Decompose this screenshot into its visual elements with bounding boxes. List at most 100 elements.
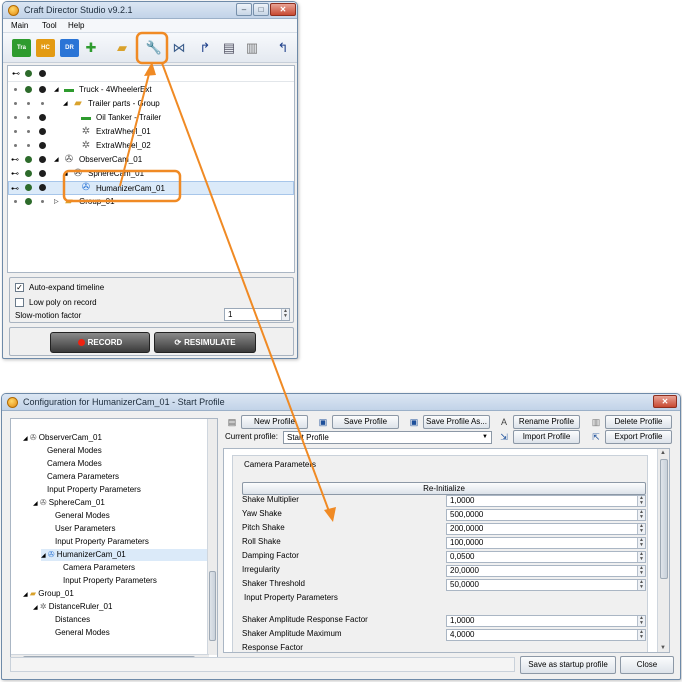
scroll-up-icon[interactable]: ▲ [660,450,666,456]
minimize-button[interactable]: – [236,3,252,16]
config-tree-item[interactable]: General Modes [55,627,110,639]
collapse-arrow-icon[interactable]: ◢ [63,97,68,111]
config-tree-item-selected[interactable]: ◢ ✇ HumanizerCam_01 [41,549,207,561]
save-profile-as-button[interactable]: Save Profile As... [423,415,490,429]
save-as-icon: ▣ [409,417,419,427]
collapse-arrow-icon[interactable]: ◢ [63,167,68,181]
spinner-arrows[interactable]: ▲ ▼ [637,552,645,562]
param-value-input[interactable]: 200,0000 ▲ ▼ [446,523,646,535]
spinner-arrows[interactable]: ▲ ▼ [637,580,645,590]
export-profile-button[interactable]: Export Profile [605,430,672,444]
menu-help[interactable]: Help [68,21,84,30]
config-tree-item[interactable]: General Modes [55,510,110,522]
tree-row[interactable]: ⊷ ◢ ✇ ObserverCam_01 [8,153,294,167]
save-profile-button[interactable]: Save Profile [332,415,399,429]
expand-arrow-icon[interactable]: ▷ [54,195,59,209]
config-tree-item[interactable]: User Parameters [55,523,115,535]
dr-button[interactable]: DR [60,39,79,57]
tra-button[interactable]: Tra [12,39,31,57]
low-poly-checkbox[interactable] [15,298,24,307]
config-tree-item[interactable]: ◢ ✇ SphereCam_01 [33,497,105,509]
menu-tool[interactable]: Tool [42,21,57,30]
param-value-input[interactable]: 50,0000 ▲ ▼ [446,579,646,591]
tree-row[interactable]: ✲ ExtraWheel_01 [8,125,294,139]
resimulate-button[interactable]: ⟳ RESIMULATE [154,332,256,353]
param-value-input[interactable]: 100,0000 ▲ ▼ [446,537,646,549]
connect-icon[interactable]: ⋈ [169,38,189,58]
current-profile-select[interactable]: Start Profile ▼ [283,431,492,444]
tree-row[interactable]: ▬ Oil Tanker - Trailer [8,111,294,125]
config-tree-item[interactable]: Input Property Parameters [47,484,141,496]
tree-row[interactable]: ◢ ▰ Trailer parts - Group [8,97,294,111]
spinner-arrows[interactable]: ▲ ▼ [637,524,645,534]
tree-row[interactable]: ⊷ ◢ ✇ SphereCam_01 [8,167,294,181]
spinner-arrows[interactable]: ▲ ▼ [637,616,645,626]
config-tree-item[interactable]: General Modes [47,445,102,457]
param-value-input[interactable]: 20,0000 ▲ ▼ [446,565,646,577]
scroll-down-icon[interactable]: ▼ [660,645,666,651]
spinner-arrows[interactable]: ▲ ▼ [637,630,645,640]
camera-icon: ✇ [64,154,74,165]
reinitialize-button[interactable]: Re-Initialize [242,482,646,495]
tree-row-selected[interactable]: ⊷ ✇ HumanizerCam_01 [8,181,294,195]
undo-icon[interactable]: ↰ [273,38,293,58]
add-object-icon[interactable]: ✚ [81,38,101,58]
rename-profile-button[interactable]: Rename Profile [513,415,580,429]
tree-row[interactable]: ✲ ExtraWheel_02 [8,139,294,153]
scene-tree[interactable]: ⊷ ◢ ▬ Truck - 4WheelerExt ◢ ▰ Trailer pa… [7,65,295,273]
slowmo-spinner[interactable]: 1 ▲ ▼ [224,308,290,321]
wrench-icon[interactable]: 🔧 [144,38,164,58]
config-tree-item[interactable]: ◢ ✇ ObserverCam_01 [23,432,102,444]
spinner-arrows[interactable]: ▲ ▼ [281,309,289,320]
config-tree[interactable]: ◢ ✇ ObserverCam_01 General Modes Camera … [10,418,218,665]
record-button[interactable]: RECORD [50,332,150,353]
config-tree-item[interactable]: Camera Parameters [47,471,119,483]
new-profile-button[interactable]: New Profile [241,415,308,429]
param-name: Yaw Shake [242,509,282,518]
save-startup-button[interactable]: Save as startup profile [520,656,616,674]
collapse-arrow-icon[interactable]: ◢ [54,83,59,97]
import-profile-button[interactable]: Import Profile [513,430,580,444]
scrollbar-thumb[interactable] [209,571,216,641]
auto-expand-checkbox[interactable]: ✓ [15,283,24,292]
config-tree-item[interactable]: Input Property Parameters [63,575,157,587]
param-value-input[interactable]: 1,0000 ▲ ▼ [446,495,646,507]
collapse-arrow-icon[interactable]: ◢ [54,153,59,167]
close-button[interactable]: Close [620,656,674,674]
document-icon[interactable]: ▤ [219,38,239,58]
hc-button[interactable]: HC [36,39,55,57]
refresh-icon: ⟳ [174,338,182,347]
trash-icon: ▥ [591,417,601,427]
maximize-button[interactable]: □ [253,3,269,16]
config-tree-item[interactable]: ◢ ▰ Group_01 [23,588,74,600]
param-value-input[interactable]: 1,0000 ▲ ▼ [446,615,646,627]
spinner-arrows[interactable]: ▲ ▼ [637,496,645,506]
pointer-icon[interactable]: ↱ [195,38,215,58]
low-poly-label: Low poly on record [29,298,97,307]
menu-main[interactable]: Main [11,21,28,30]
close-x-button[interactable]: ✕ [653,395,677,408]
config-tree-item[interactable]: Input Property Parameters [55,536,149,548]
config-tree-item[interactable]: Distances [55,614,90,626]
close-button[interactable]: ✕ [270,3,296,16]
tree-row[interactable]: ▷ ▰ Group_01 [8,195,294,209]
config-tree-item[interactable]: Camera Modes [47,458,102,470]
scrollbar-thumb[interactable] [660,459,668,579]
spinner-arrows[interactable]: ▲ ▼ [637,538,645,548]
params-vertical-scrollbar[interactable]: ▲ ▼ [657,449,669,652]
gear-icon: ✲ [81,126,91,137]
tree-row[interactable]: ◢ ▬ Truck - 4WheelerExt [8,83,294,97]
delete-profile-button[interactable]: Delete Profile [605,415,672,429]
tree-vertical-scrollbar[interactable] [207,419,217,655]
spinner-arrows[interactable]: ▲ ▼ [637,566,645,576]
param-value-input[interactable]: 0,0500 ▲ ▼ [446,551,646,563]
open-folder-icon[interactable]: ▰ [112,38,132,58]
trash-icon[interactable]: ▥ [242,38,262,58]
param-value-input[interactable]: 500,0000 ▲ ▼ [446,509,646,521]
config-tree-item[interactable]: ◢ ✲ DistanceRuler_01 [33,601,112,613]
gear-icon: ✲ [81,140,91,151]
param-value-input[interactable]: 4,0000 ▲ ▼ [446,629,646,641]
config-tree-item[interactable]: Camera Parameters [63,562,135,574]
param-name: Damping Factor [242,551,299,560]
spinner-arrows[interactable]: ▲ ▼ [637,510,645,520]
